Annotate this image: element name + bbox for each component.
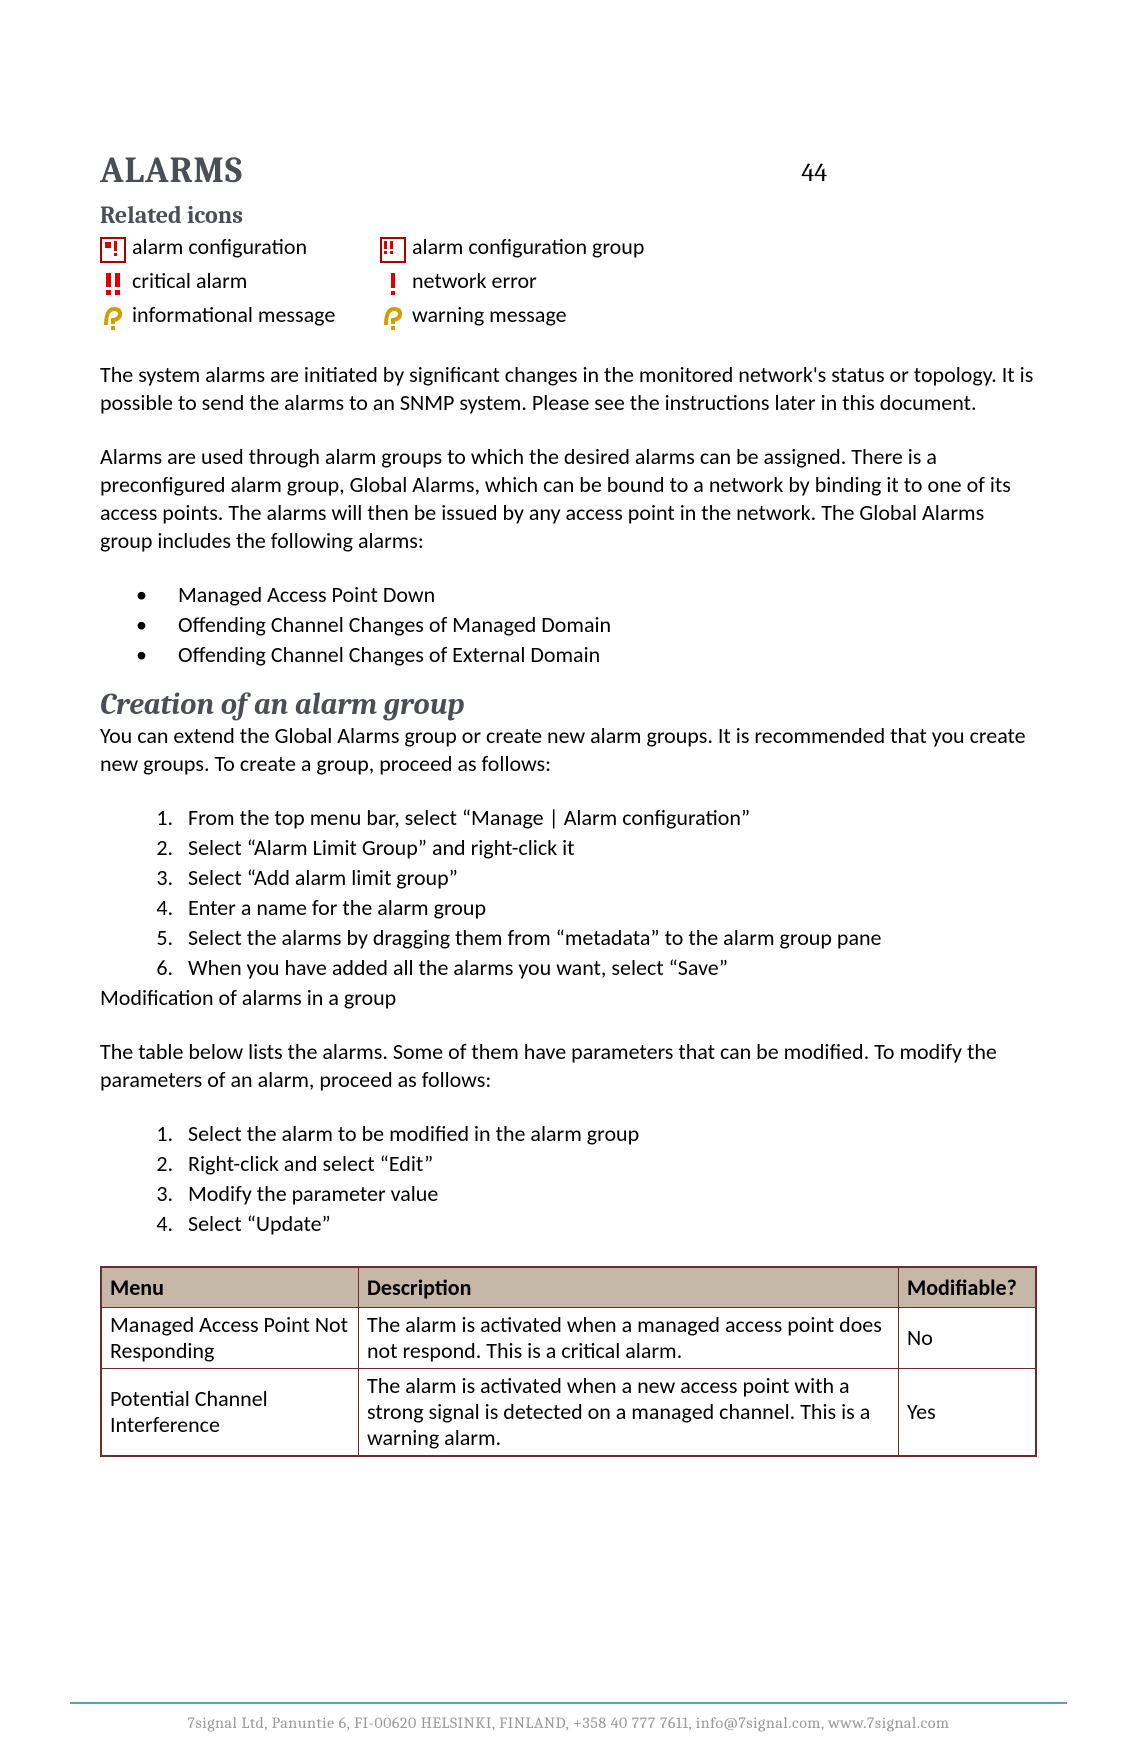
cell-modifiable: No <box>899 1308 1037 1369</box>
table-header-modifiable: Modifiable? <box>899 1267 1037 1308</box>
heading-alarms: ALARMS <box>100 150 1037 191</box>
alarm-config-group-label: alarm configuration group <box>412 231 644 263</box>
list-item: Offending Channel Changes of Managed Dom… <box>178 611 1037 639</box>
heading-related-icons: Related icons <box>100 201 1037 229</box>
page-footer: 7signal Ltd, Panuntie 6, FI-00620 HELSIN… <box>70 1702 1067 1732</box>
warning-message-icon <box>380 305 406 331</box>
informational-message-icon <box>100 305 126 331</box>
cell-description: The alarm is activated when a new access… <box>359 1369 899 1457</box>
informational-message-label: informational message <box>132 299 335 331</box>
list-item: Select “Alarm Limit Group” and right-cli… <box>178 834 1037 862</box>
alarm-config-group-icon <box>380 237 406 263</box>
paragraph-modification: Modification of alarms in a group <box>100 984 1037 1012</box>
list-item: When you have added all the alarms you w… <box>178 954 1037 982</box>
cell-modifiable: Yes <box>899 1369 1037 1457</box>
cell-description: The alarm is activated when a managed ac… <box>359 1308 899 1369</box>
heading-creation: Creation of an alarm group <box>100 687 1037 722</box>
list-item: Enter a name for the alarm group <box>178 894 1037 922</box>
table-header-menu: Menu <box>101 1267 359 1308</box>
table-row: Potential Channel Interference The alarm… <box>101 1369 1036 1457</box>
paragraph-create-intro: You can extend the Global Alarms group o… <box>100 722 1037 778</box>
modify-steps: Select the alarm to be modified in the a… <box>100 1120 1037 1238</box>
warning-message-label: warning message <box>412 299 567 331</box>
table-header-description: Description <box>359 1267 899 1308</box>
critical-alarm-label: critical alarm <box>132 265 247 297</box>
global-alarms-list: Managed Access Point Down Offending Chan… <box>100 581 1037 669</box>
network-error-label: network error <box>412 265 537 297</box>
list-item: Select the alarms by dragging them from … <box>178 924 1037 952</box>
network-error-icon <box>380 271 406 297</box>
page-number: 44 <box>801 158 827 188</box>
list-item: Select “Update” <box>178 1210 1037 1238</box>
list-item: Select “Add alarm limit group” <box>178 864 1037 892</box>
cell-menu: Potential Channel Interference <box>101 1369 359 1457</box>
list-item: Managed Access Point Down <box>178 581 1037 609</box>
list-item: Right-click and select “Edit” <box>178 1150 1037 1178</box>
list-item: Modify the parameter value <box>178 1180 1037 1208</box>
alarm-config-label: alarm configuration <box>132 231 307 263</box>
list-item: Select the alarm to be modified in the a… <box>178 1120 1037 1148</box>
paragraph-table-intro: The table below lists the alarms. Some o… <box>100 1038 1037 1094</box>
create-steps: From the top menu bar, select “Manage | … <box>100 804 1037 982</box>
paragraph-alarm-groups: Alarms are used through alarm groups to … <box>100 443 1037 555</box>
icon-legend: alarm configuration alarm configuration … <box>100 231 1037 331</box>
cell-menu: Managed Access Point Not Responding <box>101 1308 359 1369</box>
alarms-table: Menu Description Modifiable? Managed Acc… <box>100 1266 1037 1457</box>
alarm-config-icon <box>100 237 126 263</box>
list-item: Offending Channel Changes of External Do… <box>178 641 1037 669</box>
list-item: From the top menu bar, select “Manage | … <box>178 804 1037 832</box>
critical-alarm-icon <box>100 271 126 297</box>
paragraph-intro: The system alarms are initiated by signi… <box>100 361 1037 417</box>
table-row: Managed Access Point Not Responding The … <box>101 1308 1036 1369</box>
